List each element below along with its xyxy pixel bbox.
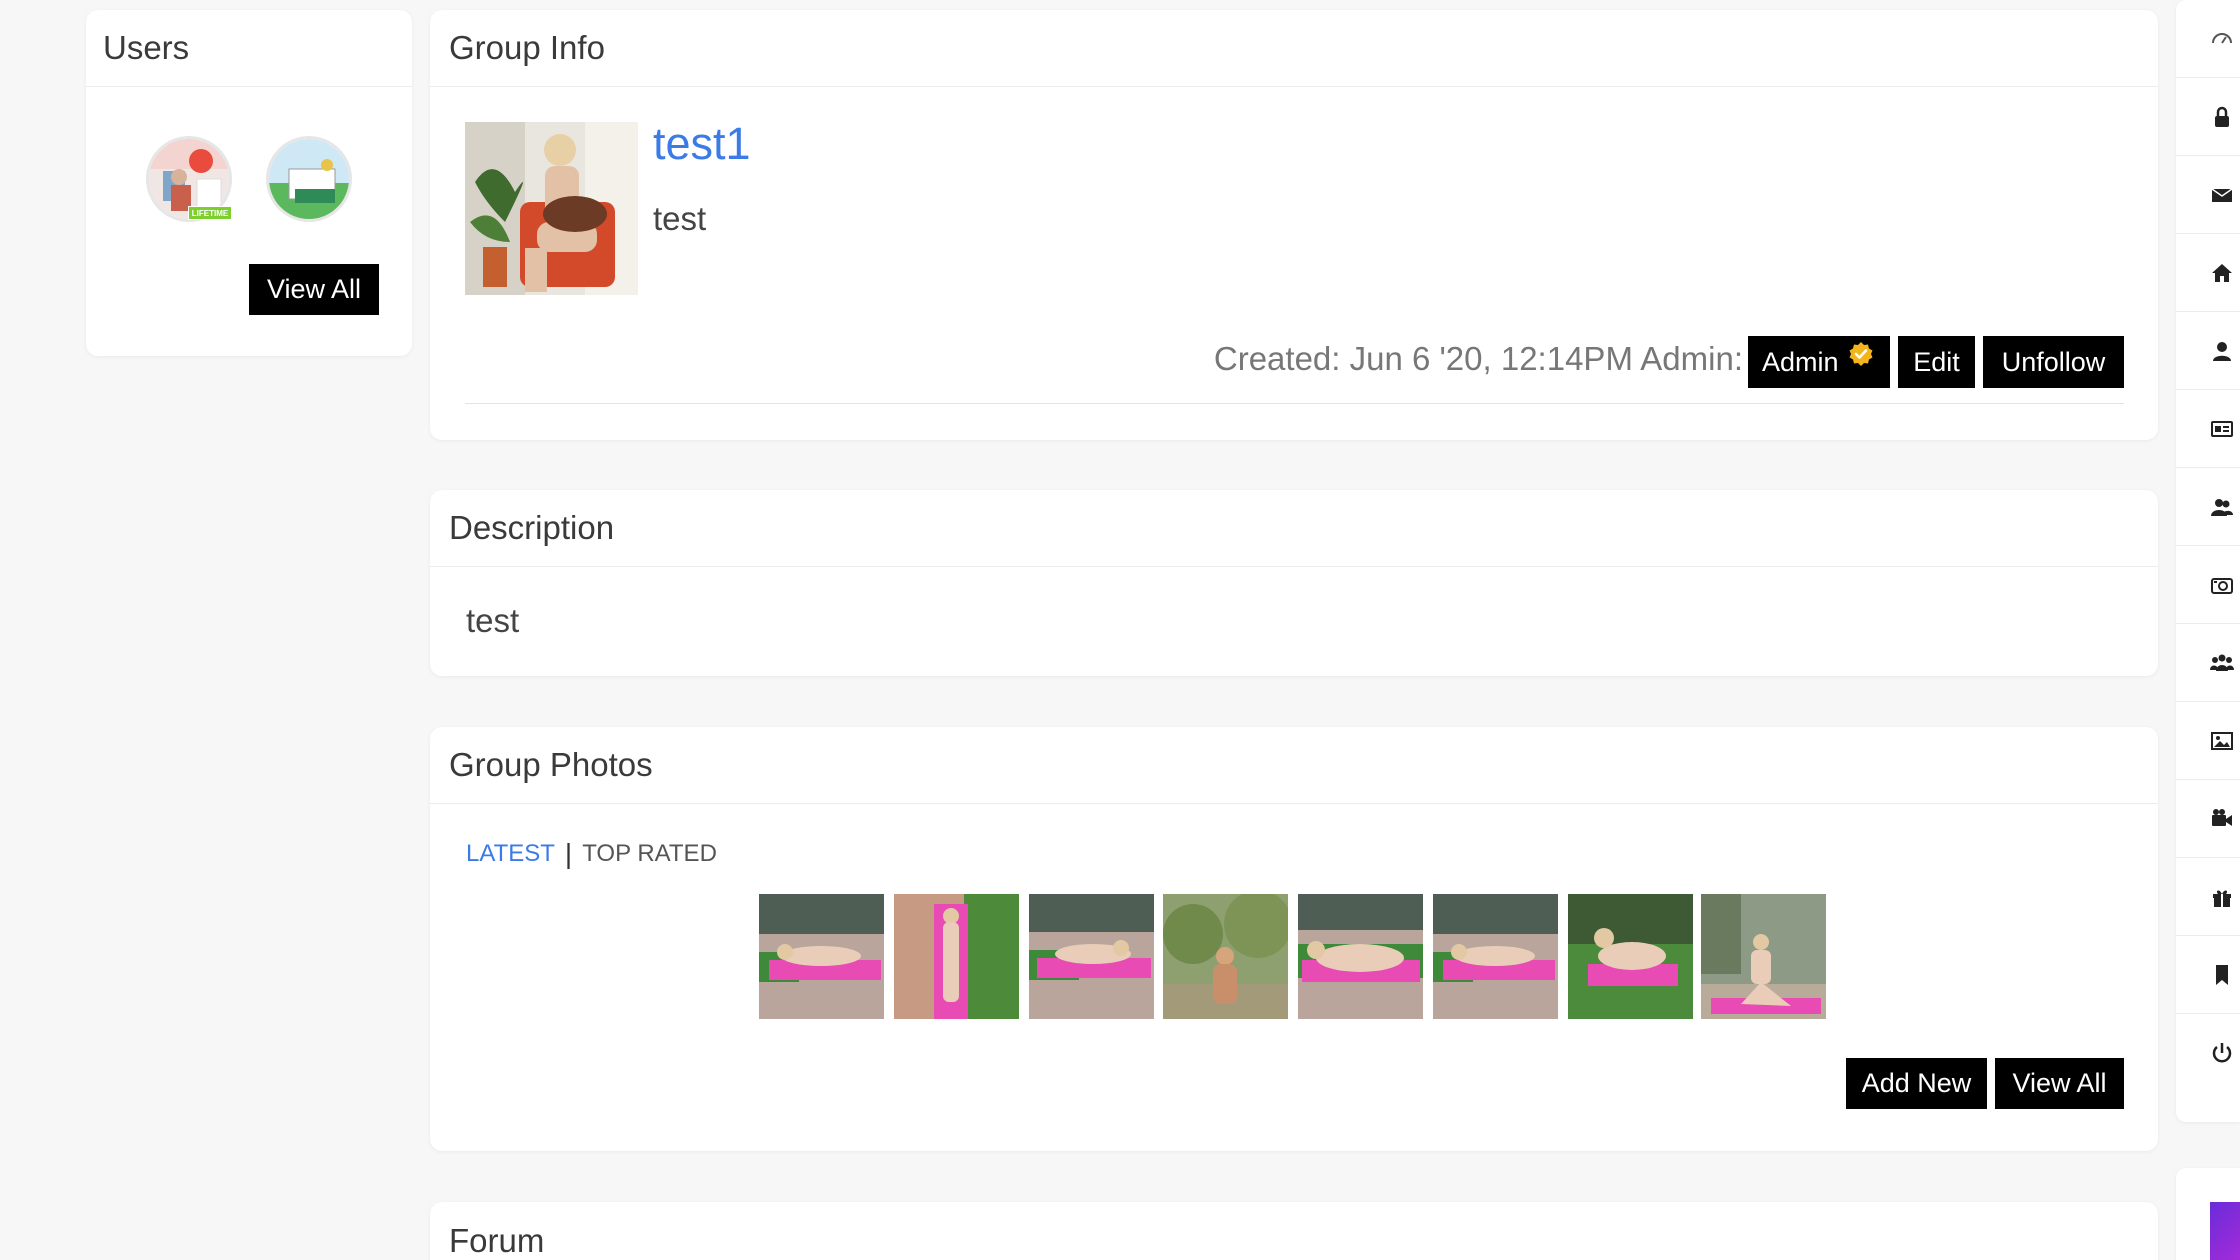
forum-title: Forum [449, 1221, 545, 1259]
description-title: Description [449, 509, 615, 546]
tab-top-rated[interactable]: TOP RATED [582, 840, 717, 868]
photo-thumbnail[interactable] [1029, 894, 1154, 1019]
description-text: test [466, 602, 520, 639]
verified-badge-icon [1848, 341, 1874, 367]
video-camera-icon [2212, 808, 2232, 826]
tab-separator: | [564, 838, 573, 869]
lock-icon [2215, 106, 2229, 127]
bookmark-icon [2216, 964, 2228, 985]
admin-button-label: Admin [1762, 346, 1839, 377]
lifetime-badge: LIFETIME [188, 206, 232, 220]
users-card-title: Users [103, 29, 190, 66]
gift-icon [2213, 890, 2231, 907]
photo-thumbnail[interactable] [1433, 894, 1558, 1019]
users-icon [2211, 498, 2233, 516]
rail-logout[interactable] [2176, 1014, 2240, 1092]
group-info-title: Group Info [449, 29, 605, 66]
widget-accent[interactable] [2210, 1202, 2240, 1260]
add-new-photo-button[interactable]: Add New [1846, 1058, 1987, 1109]
group-short-description: test [653, 200, 707, 237]
photo-thumbnail[interactable] [1298, 894, 1423, 1019]
rail-bookmarks[interactable] [2176, 936, 2240, 1014]
rail-profile[interactable] [2176, 312, 2240, 390]
home-icon [2212, 263, 2232, 282]
rail-groups[interactable] [2176, 624, 2240, 702]
tab-latest[interactable]: LATEST [466, 840, 555, 868]
description-card: Description test [430, 490, 2158, 676]
rail-home[interactable] [2176, 234, 2240, 312]
edit-button[interactable]: Edit [1898, 336, 1975, 388]
photos-view-all-button[interactable]: View All [1995, 1058, 2124, 1109]
group-cover-photo [465, 122, 638, 295]
rail-videos[interactable] [2176, 780, 2240, 858]
rail-messages[interactable] [2176, 156, 2240, 234]
group-icon [2210, 654, 2234, 671]
unfollow-button[interactable]: Unfollow [1983, 336, 2124, 388]
id-card-icon [2211, 420, 2233, 437]
forum-card: Forum [430, 1202, 2158, 1260]
group-photos-title: Group Photos [449, 746, 653, 783]
group-name-link[interactable]: test1 [653, 118, 751, 170]
photo-thumbnail[interactable] [1568, 894, 1693, 1019]
envelope-icon [2211, 187, 2233, 202]
dashboard-icon [2212, 32, 2232, 44]
rail-media[interactable] [2176, 546, 2240, 624]
camera-icon [2211, 577, 2233, 594]
rail-friends[interactable] [2176, 468, 2240, 546]
group-info-header: Group Info [430, 10, 2158, 87]
group-cover-image[interactable] [465, 122, 638, 295]
users-view-all-button[interactable]: View All [249, 264, 379, 315]
rail-gifts[interactable] [2176, 858, 2240, 936]
rail-dashboard[interactable] [2176, 0, 2240, 78]
photo-thumbnail[interactable] [894, 894, 1019, 1019]
photo-thumbnail[interactable] [1701, 894, 1826, 1019]
rail-lock[interactable] [2176, 78, 2240, 156]
bottom-widget [2176, 1168, 2240, 1260]
photo-sort-tabs: LATEST | TOP RATED [466, 838, 717, 870]
photo-thumbnail[interactable] [759, 894, 884, 1019]
lifetime-badge-text: LIFETIME [191, 208, 229, 218]
user-icon [2213, 341, 2231, 361]
description-header: Description [430, 490, 2158, 567]
users-card-header: Users [86, 10, 412, 87]
photo-thumbnail[interactable] [1163, 894, 1288, 1019]
side-rail [2176, 0, 2240, 1122]
group-created-info: Created: Jun 6 '20, 12:14PM Admin: [1213, 340, 1743, 377]
user-avatar[interactable] [266, 136, 352, 222]
forum-header: Forum [430, 1202, 2158, 1260]
rail-photos[interactable] [2176, 702, 2240, 780]
group-info-divider [465, 403, 2124, 404]
admin-button[interactable]: Admin [1748, 336, 1890, 388]
rail-profile-card[interactable] [2176, 390, 2240, 468]
power-icon [2212, 1043, 2232, 1063]
image-icon [2211, 731, 2233, 750]
group-photos-header: Group Photos [430, 727, 2158, 804]
